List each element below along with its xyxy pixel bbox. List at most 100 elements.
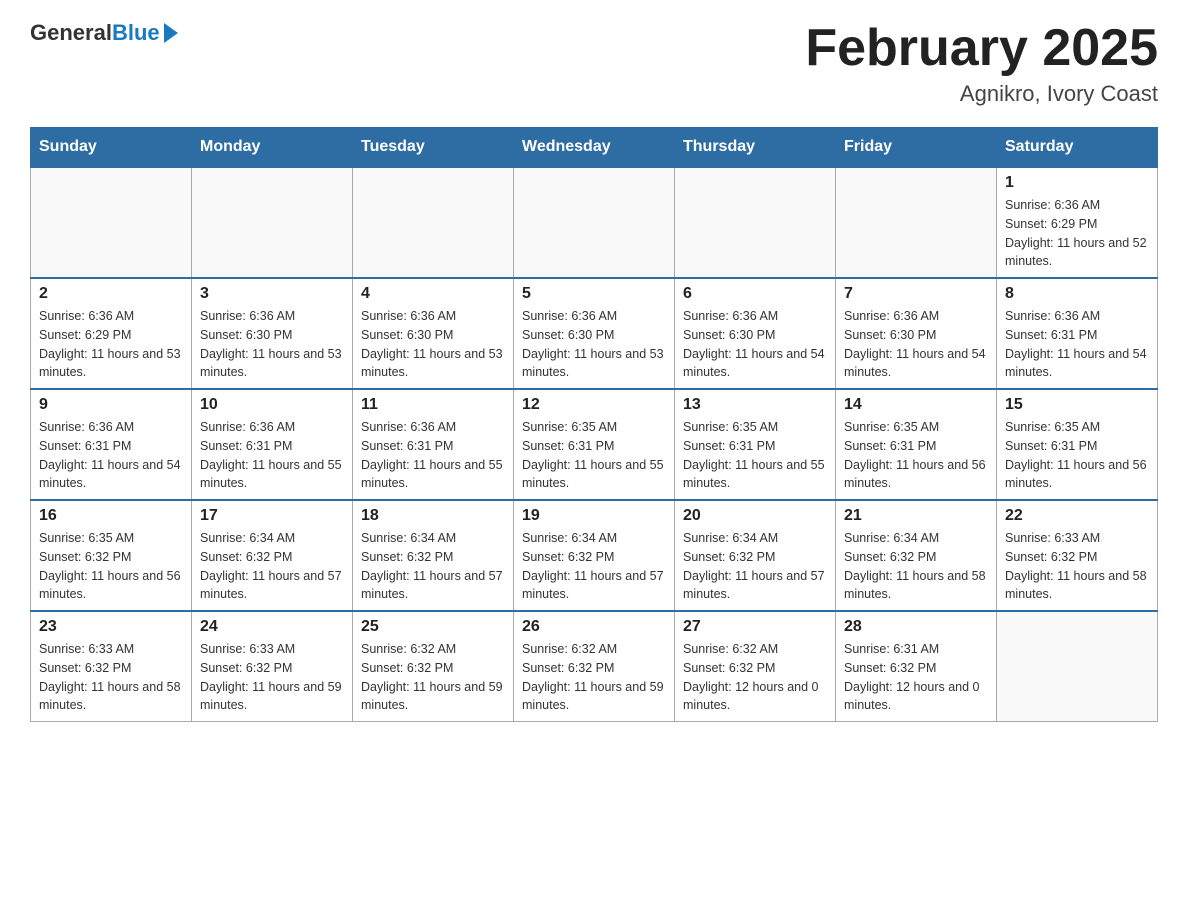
calendar-day-cell: 4 Sunrise: 6:36 AM Sunset: 6:30 PM Daylig… [353,278,514,389]
calendar-day-cell: 25 Sunrise: 6:32 AM Sunset: 6:32 PM Dayli… [353,611,514,722]
day-number: 10 [200,396,344,414]
calendar-day-cell: 22 Sunrise: 6:33 AM Sunset: 6:32 PM Dayli… [997,500,1158,611]
day-number: 28 [844,618,988,636]
calendar-day-cell: 8 Sunrise: 6:36 AM Sunset: 6:31 PM Daylig… [997,278,1158,389]
calendar-week-row: 1Sunrise: 6:36 AM Sunset: 6:29 PM Daylig… [31,167,1158,278]
calendar-week-row: 9 Sunrise: 6:36 AM Sunset: 6:31 PM Daylig… [31,389,1158,500]
calendar-day-cell [836,167,997,278]
day-info: Sunrise: 6:34 AM Sunset: 6:32 PM Dayligh… [844,529,988,604]
day-number: 13 [683,396,827,414]
calendar-day-cell: 3 Sunrise: 6:36 AM Sunset: 6:30 PM Daylig… [192,278,353,389]
day-number: 8 [1005,285,1149,303]
day-info: Sunrise: 6:36 AM Sunset: 6:30 PM Dayligh… [844,307,988,382]
day-of-week-header: Sunday [31,128,192,168]
calendar-day-cell: 16 Sunrise: 6:35 AM Sunset: 6:32 PM Dayli… [31,500,192,611]
day-number: 15 [1005,396,1149,414]
day-of-week-header: Wednesday [514,128,675,168]
calendar-day-cell: 21 Sunrise: 6:34 AM Sunset: 6:32 PM Dayli… [836,500,997,611]
day-number: 24 [200,618,344,636]
logo: General Blue [30,20,178,46]
calendar-day-cell: 6Sunrise: 6:36 AM Sunset: 6:30 PM Daylig… [675,278,836,389]
calendar-day-cell: 18 Sunrise: 6:34 AM Sunset: 6:32 PM Dayli… [353,500,514,611]
month-title: February 2025 [805,20,1158,77]
calendar-week-row: 23 Sunrise: 6:33 AM Sunset: 6:32 PM Dayli… [31,611,1158,722]
day-info: Sunrise: 6:36 AM Sunset: 6:31 PM Dayligh… [200,418,344,493]
day-of-week-header: Friday [836,128,997,168]
day-number: 19 [522,507,666,525]
day-info: Sunrise: 6:36 AM Sunset: 6:31 PM Dayligh… [1005,307,1149,382]
day-info: Sunrise: 6:36 AM Sunset: 6:30 PM Dayligh… [522,307,666,382]
day-number: 14 [844,396,988,414]
calendar-day-cell: 12 Sunrise: 6:35 AM Sunset: 6:31 PM Dayli… [514,389,675,500]
calendar-day-cell: 28Sunrise: 6:31 AM Sunset: 6:32 PM Dayli… [836,611,997,722]
calendar-day-cell: 24 Sunrise: 6:33 AM Sunset: 6:32 PM Dayli… [192,611,353,722]
day-number: 5 [522,285,666,303]
calendar-body: 1Sunrise: 6:36 AM Sunset: 6:29 PM Daylig… [31,167,1158,722]
logo-blue-text: Blue [112,20,160,46]
day-info: Sunrise: 6:35 AM Sunset: 6:32 PM Dayligh… [39,529,183,604]
calendar-week-row: 16 Sunrise: 6:35 AM Sunset: 6:32 PM Dayli… [31,500,1158,611]
calendar-day-cell: 7 Sunrise: 6:36 AM Sunset: 6:30 PM Daylig… [836,278,997,389]
day-number: 23 [39,618,183,636]
day-info: Sunrise: 6:36 AM Sunset: 6:29 PM Dayligh… [1005,196,1149,271]
title-section: February 2025 Agnikro, Ivory Coast [805,20,1158,107]
calendar-day-cell [353,167,514,278]
day-number: 25 [361,618,505,636]
day-info: Sunrise: 6:32 AM Sunset: 6:32 PM Dayligh… [361,640,505,715]
day-info: Sunrise: 6:34 AM Sunset: 6:32 PM Dayligh… [200,529,344,604]
calendar-day-cell: 26Sunrise: 6:32 AM Sunset: 6:32 PM Dayli… [514,611,675,722]
day-of-week-header: Monday [192,128,353,168]
calendar-day-cell: 2 Sunrise: 6:36 AM Sunset: 6:29 PM Daylig… [31,278,192,389]
day-number: 17 [200,507,344,525]
logo-blue-part: Blue [112,20,178,46]
day-number: 2 [39,285,183,303]
day-number: 7 [844,285,988,303]
day-number: 9 [39,396,183,414]
calendar-day-cell [31,167,192,278]
calendar-day-cell [192,167,353,278]
day-number: 12 [522,396,666,414]
calendar-day-cell: 23Sunrise: 6:33 AM Sunset: 6:32 PM Dayli… [31,611,192,722]
calendar-day-cell [514,167,675,278]
day-number: 21 [844,507,988,525]
day-number: 11 [361,396,505,414]
day-number: 4 [361,285,505,303]
calendar-day-cell: 10 Sunrise: 6:36 AM Sunset: 6:31 PM Dayli… [192,389,353,500]
day-info: Sunrise: 6:33 AM Sunset: 6:32 PM Dayligh… [200,640,344,715]
day-of-week-header: Tuesday [353,128,514,168]
calendar-day-cell: 1Sunrise: 6:36 AM Sunset: 6:29 PM Daylig… [997,167,1158,278]
page-header: General Blue February 2025 Agnikro, Ivor… [30,20,1158,107]
day-info: Sunrise: 6:36 AM Sunset: 6:30 PM Dayligh… [361,307,505,382]
calendar-day-cell: 9 Sunrise: 6:36 AM Sunset: 6:31 PM Daylig… [31,389,192,500]
calendar-day-cell: 15Sunrise: 6:35 AM Sunset: 6:31 PM Dayli… [997,389,1158,500]
location-text: Agnikro, Ivory Coast [805,81,1158,107]
calendar-day-cell: 13 Sunrise: 6:35 AM Sunset: 6:31 PM Dayli… [675,389,836,500]
day-number: 16 [39,507,183,525]
calendar-day-cell: 17 Sunrise: 6:34 AM Sunset: 6:32 PM Dayli… [192,500,353,611]
calendar-header: SundayMondayTuesdayWednesdayThursdayFrid… [31,128,1158,168]
calendar-day-cell: 27 Sunrise: 6:32 AM Sunset: 6:32 PM Dayli… [675,611,836,722]
day-info: Sunrise: 6:35 AM Sunset: 6:31 PM Dayligh… [683,418,827,493]
calendar-day-cell: 14 Sunrise: 6:35 AM Sunset: 6:31 PM Dayli… [836,389,997,500]
day-number: 27 [683,618,827,636]
calendar-day-cell: 19Sunrise: 6:34 AM Sunset: 6:32 PM Dayli… [514,500,675,611]
day-info: Sunrise: 6:34 AM Sunset: 6:32 PM Dayligh… [683,529,827,604]
day-info: Sunrise: 6:32 AM Sunset: 6:32 PM Dayligh… [683,640,827,715]
calendar-day-cell: 11Sunrise: 6:36 AM Sunset: 6:31 PM Dayli… [353,389,514,500]
day-info: Sunrise: 6:35 AM Sunset: 6:31 PM Dayligh… [522,418,666,493]
day-number: 26 [522,618,666,636]
header-row: SundayMondayTuesdayWednesdayThursdayFrid… [31,128,1158,168]
day-number: 6 [683,285,827,303]
day-info: Sunrise: 6:33 AM Sunset: 6:32 PM Dayligh… [1005,529,1149,604]
day-info: Sunrise: 6:34 AM Sunset: 6:32 PM Dayligh… [361,529,505,604]
day-number: 18 [361,507,505,525]
logo-general-text: General [30,20,112,46]
day-info: Sunrise: 6:35 AM Sunset: 6:31 PM Dayligh… [844,418,988,493]
day-of-week-header: Saturday [997,128,1158,168]
day-info: Sunrise: 6:36 AM Sunset: 6:29 PM Dayligh… [39,307,183,382]
day-info: Sunrise: 6:36 AM Sunset: 6:30 PM Dayligh… [200,307,344,382]
day-number: 22 [1005,507,1149,525]
day-of-week-header: Thursday [675,128,836,168]
day-info: Sunrise: 6:36 AM Sunset: 6:31 PM Dayligh… [39,418,183,493]
day-number: 3 [200,285,344,303]
